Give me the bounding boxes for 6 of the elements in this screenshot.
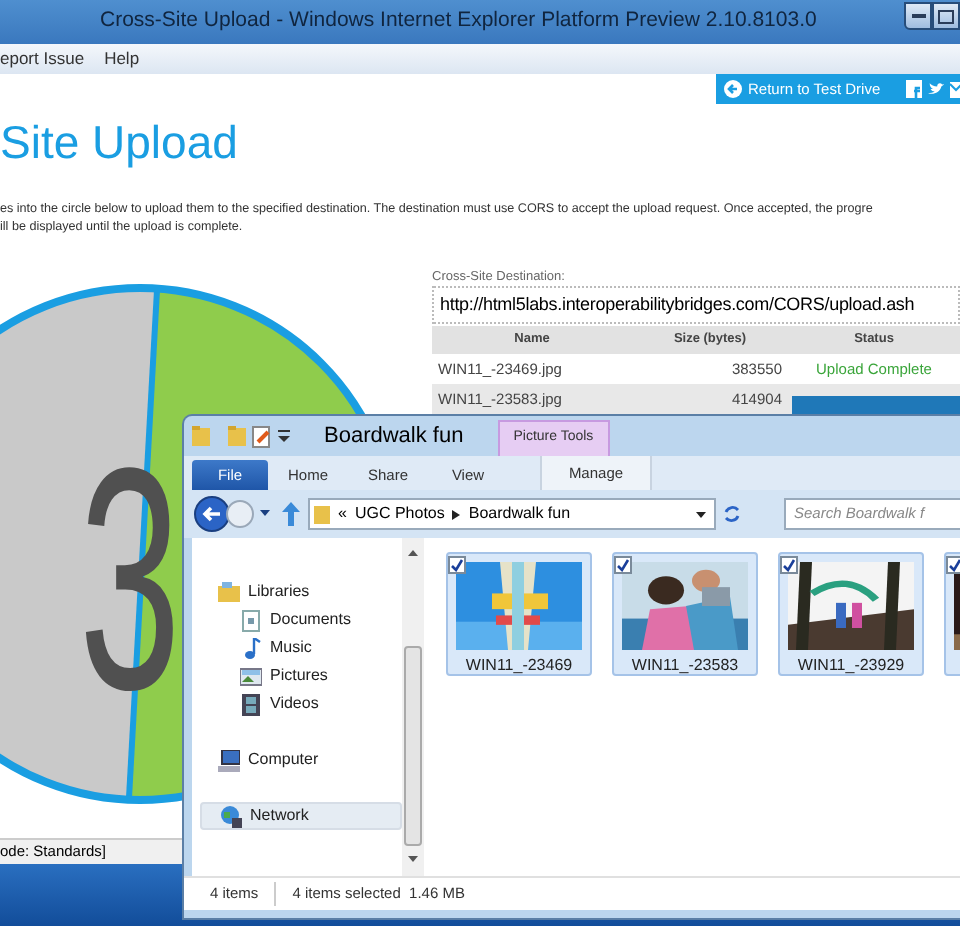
page-heading: Site Upload <box>0 116 240 168</box>
file-name: WIN11_-23469 <box>465 654 573 678</box>
file-name: WIN11_-23583 <box>631 654 739 678</box>
explorer-title: Boardwalk fun <box>324 421 464 452</box>
file-name: WIN11_-23929 <box>797 654 905 678</box>
window-title: Cross-Site Upload - Windows Internet Explorer Platform Preview 2.10.8103.0 <box>100 6 817 37</box>
